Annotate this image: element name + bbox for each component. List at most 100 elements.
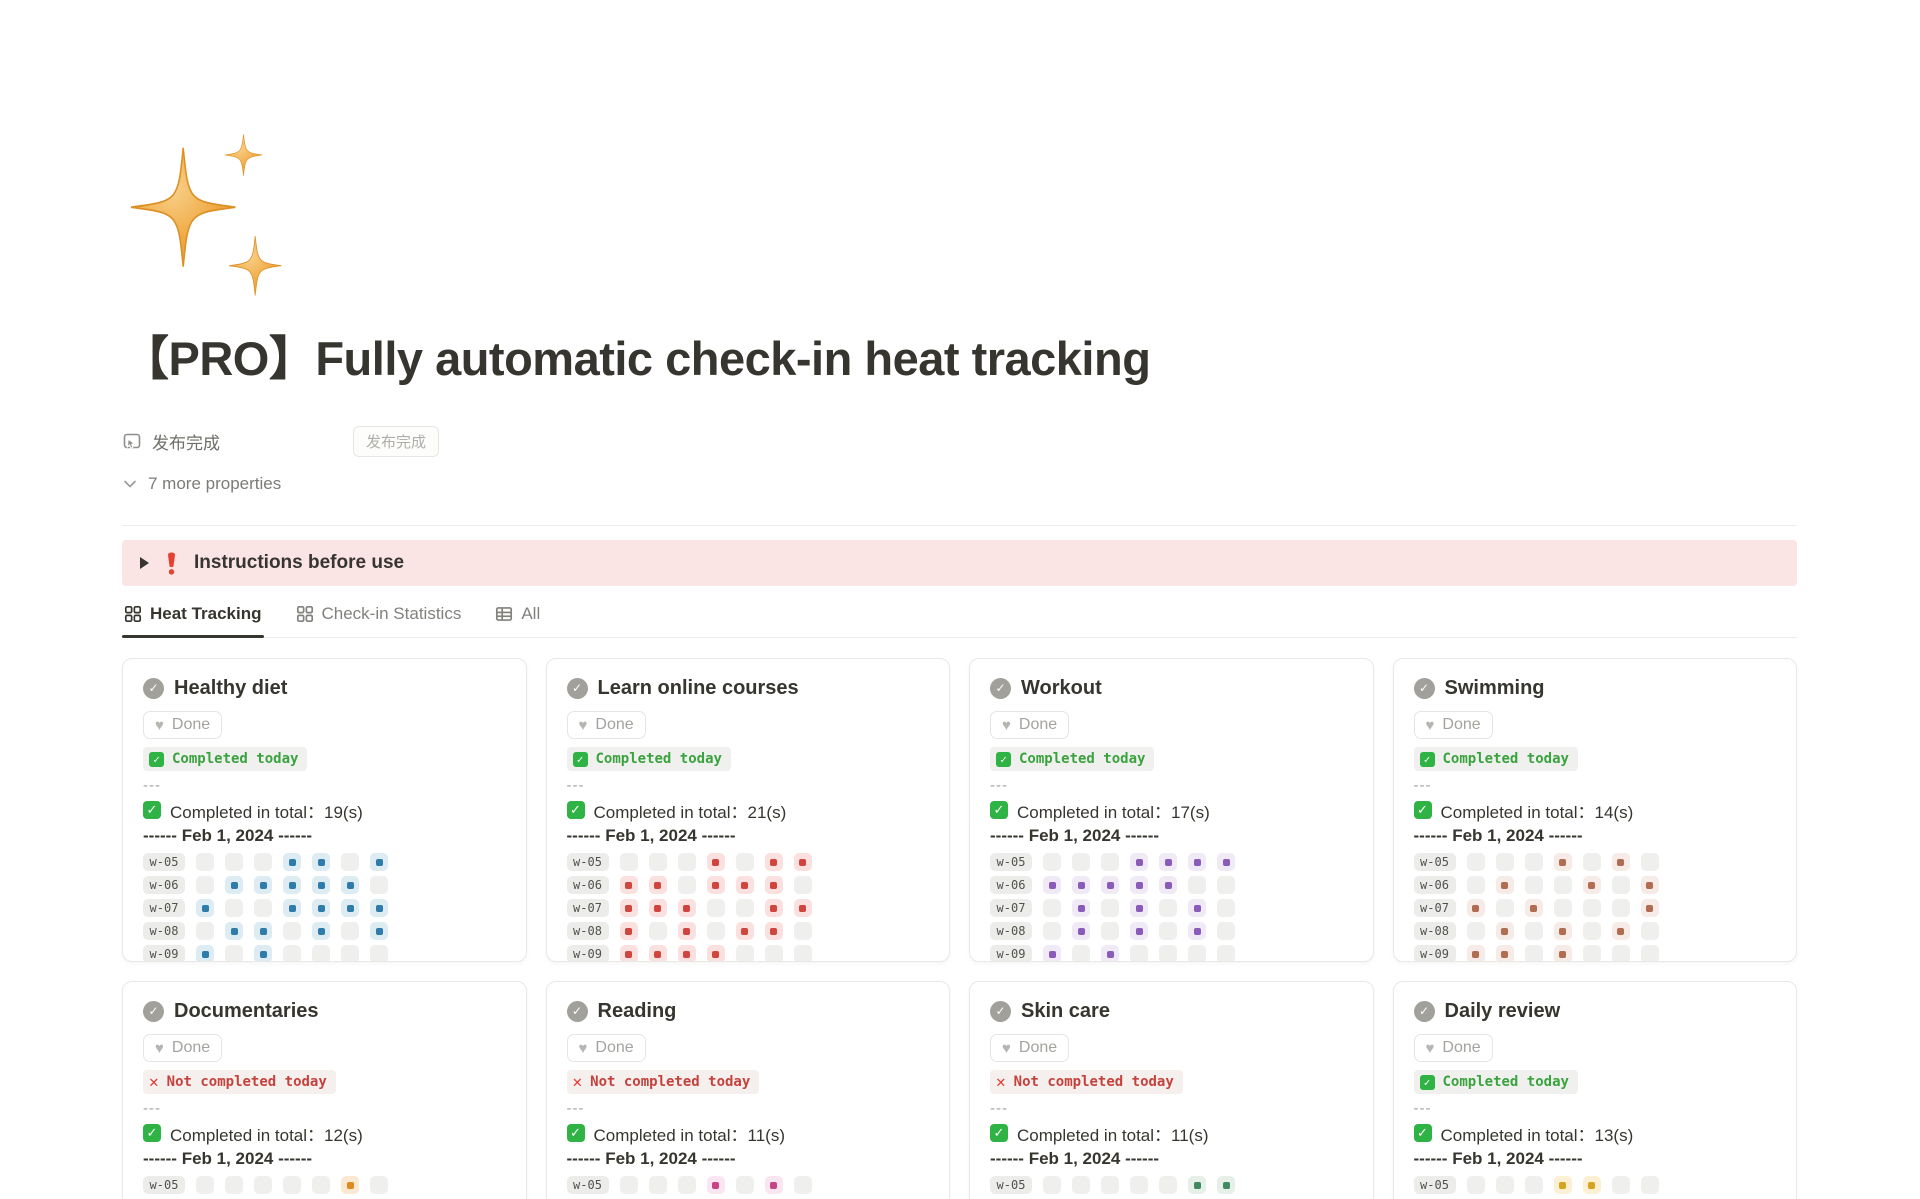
done-checkbox-chip[interactable]: ♥ Done — [143, 1034, 222, 1062]
heat-cell-filled — [1130, 876, 1148, 894]
heat-dot — [1194, 859, 1201, 866]
more-properties-toggle[interactable]: 7 more properties — [122, 469, 281, 499]
done-checkbox-chip[interactable]: ♥ Done — [143, 711, 222, 739]
habit-card[interactable]: Reading ♥ Done Not completed today --- C… — [546, 981, 951, 1199]
heat-cell-empty — [254, 853, 272, 871]
separator-text: --- — [1414, 1100, 1777, 1116]
instructions-callout[interactable]: Instructions before use — [122, 540, 1797, 586]
heat-cell-empty — [370, 876, 388, 894]
heat-dot — [1194, 928, 1201, 935]
tab-check-in-statistics[interactable]: Check-in Statistics — [294, 596, 464, 637]
tab-label: Heat Tracking — [150, 604, 262, 624]
done-checkbox-chip[interactable]: ♥ Done — [567, 1034, 646, 1062]
week-label: w-05 — [143, 853, 185, 871]
tab-all[interactable]: All — [493, 596, 542, 637]
heat-cell-empty — [736, 899, 754, 917]
week-label: w-06 — [143, 876, 185, 894]
heat-cell-filled — [707, 853, 725, 871]
date-line: ------ Feb 1, 2024 ------ — [1414, 1149, 1777, 1171]
heat-cell-filled — [1641, 899, 1659, 917]
heat-cell-filled — [620, 876, 638, 894]
habit-card[interactable]: Daily review ♥ Done Completed today --- … — [1393, 981, 1798, 1199]
habit-title: Swimming — [1445, 677, 1545, 700]
total-line: Completed in total：21(s) — [567, 798, 930, 822]
heat-row: w-06 — [1414, 876, 1777, 894]
habit-card[interactable]: Healthy diet ♥ Done Completed today --- … — [122, 658, 527, 962]
total-text: Completed in total：21(s) — [594, 798, 787, 823]
heat-dot — [770, 882, 777, 889]
tab-heat-tracking[interactable]: Heat Tracking — [122, 596, 264, 637]
habit-card[interactable]: Workout ♥ Done Completed today --- Compl… — [969, 658, 1374, 962]
week-label: w-05 — [143, 1176, 185, 1194]
heat-cell-filled — [1101, 945, 1119, 962]
heat-cell-filled — [1159, 853, 1177, 871]
done-checkbox-chip[interactable]: ♥ Done — [1414, 1034, 1493, 1062]
habit-card[interactable]: Documentaries ♥ Done Not completed today… — [122, 981, 527, 1199]
heat-row: w-07 — [143, 899, 506, 917]
gallery-view-icon — [124, 605, 142, 623]
heat-row: w-06 — [990, 876, 1353, 894]
status-badge: Completed today — [1414, 747, 1578, 771]
heat-dot — [625, 882, 632, 889]
heat-dot — [741, 928, 748, 935]
heat-cell-filled — [1554, 853, 1572, 871]
heat-dot — [1501, 951, 1508, 958]
heat-cell-filled — [341, 876, 359, 894]
separator-text: --- — [990, 777, 1353, 793]
tab-label: All — [521, 604, 540, 624]
heat-cell-empty — [196, 853, 214, 871]
done-checkbox-chip[interactable]: ♥ Done — [567, 711, 646, 739]
heat-grid: w-05w-06 — [567, 1176, 930, 1199]
heat-row: w-09 — [1414, 945, 1777, 962]
week-label: w-09 — [567, 945, 609, 962]
heat-grid: w-05w-06 — [990, 1176, 1353, 1199]
heat-cell-empty — [254, 1176, 272, 1194]
heat-cell-empty — [736, 945, 754, 962]
heat-cell-filled — [196, 899, 214, 917]
heat-cell-filled — [1043, 876, 1061, 894]
heat-dot — [712, 882, 719, 889]
heat-cell-empty — [196, 922, 214, 940]
heat-dot — [654, 905, 661, 912]
toggle-triangle-icon[interactable] — [140, 557, 149, 569]
heat-dot — [347, 1182, 354, 1189]
heat-grid: w-05w-06w-07w-08w-09 — [1414, 853, 1777, 962]
heat-dot — [799, 859, 806, 866]
heat-cell-filled — [312, 853, 330, 871]
habit-card[interactable]: Swimming ♥ Done Completed today --- Comp… — [1393, 658, 1798, 962]
page-sparkles-icon[interactable] — [122, 118, 302, 300]
week-label: w-06 — [1414, 876, 1456, 894]
heat-cell-empty — [1612, 945, 1630, 962]
property-value-chip[interactable]: 发布完成 — [353, 426, 439, 457]
done-checkbox-chip[interactable]: ♥ Done — [990, 1034, 1069, 1062]
habit-card[interactable]: Learn online courses ♥ Done Completed to… — [546, 658, 951, 962]
heat-cell-filled — [1130, 899, 1148, 917]
heat-cell-empty — [1159, 1176, 1177, 1194]
date-line: ------ Feb 1, 2024 ------ — [567, 826, 930, 848]
done-checkbox-chip[interactable]: ♥ Done — [1414, 711, 1493, 739]
heat-cell-filled — [649, 945, 667, 962]
total-line: Completed in total：17(s) — [990, 798, 1353, 822]
heat-dot — [1078, 882, 1085, 889]
heat-cell-empty — [678, 853, 696, 871]
status-text: Completed today — [1443, 751, 1569, 767]
week-label: w-05 — [990, 853, 1032, 871]
heat-cell-filled — [370, 922, 388, 940]
heat-dot — [1559, 951, 1566, 958]
habit-card[interactable]: Skin care ♥ Done Not completed today ---… — [969, 981, 1374, 1199]
gray-check-circle-icon — [990, 678, 1011, 699]
heat-cell-empty — [736, 1176, 754, 1194]
done-label: Done — [595, 716, 633, 734]
done-checkbox-chip[interactable]: ♥ Done — [990, 711, 1069, 739]
heat-cell-filled — [1188, 922, 1206, 940]
date-line: ------ Feb 1, 2024 ------ — [143, 826, 506, 848]
habit-title: Workout — [1021, 677, 1102, 700]
heat-cell-empty — [1525, 945, 1543, 962]
heat-cell-filled — [1188, 899, 1206, 917]
property-row[interactable]: 发布完成 发布完成 — [122, 425, 1797, 457]
heat-cell-empty — [1072, 853, 1090, 871]
heat-cell-filled — [341, 1176, 359, 1194]
red-exclamation-icon — [163, 552, 180, 575]
heat-row: w-08 — [143, 922, 506, 940]
heat-dot — [770, 859, 777, 866]
